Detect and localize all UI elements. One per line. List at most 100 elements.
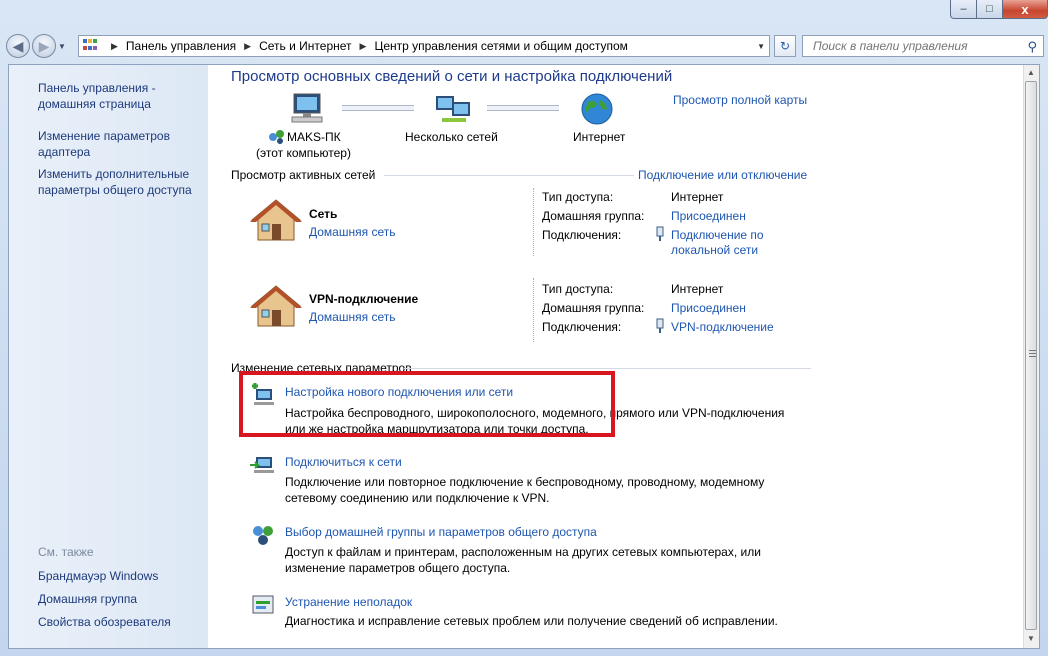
sidebar-link-internet-options[interactable]: Свойства обозревателя xyxy=(38,614,171,630)
breadcrumb-network-center[interactable]: Центр управления сетями и общим доступом xyxy=(374,39,628,53)
home-network-icon xyxy=(250,199,302,241)
vpn-homegroup-label: Домашняя группа: xyxy=(542,301,645,315)
forward-arrow-icon: ▶ xyxy=(38,37,50,54)
forward-button[interactable]: ▶ xyxy=(32,34,56,58)
chevron-right-icon[interactable]: ▶ xyxy=(111,41,118,52)
sidebar-link-firewall[interactable]: Брандмауэр Windows xyxy=(38,568,158,584)
task-connect-desc-line2: сетевому соединению или подключение к VP… xyxy=(285,491,550,505)
divider xyxy=(533,278,534,342)
sidebar-link-adapter-line1: Изменение параметров xyxy=(38,129,170,143)
sidebar-link-home[interactable]: Панель управления - домашняя страница xyxy=(38,80,156,112)
task-homegroup-desc-line2: изменение параметров общего доступа. xyxy=(285,561,511,575)
vpn-connection-link[interactable]: VPN-подключение xyxy=(671,320,774,334)
sidebar-link-sharing-line1: Изменить дополнительные xyxy=(38,167,190,181)
left-pane: Панель управления - домашняя страница Из… xyxy=(9,65,208,648)
sidebar-link-adapter[interactable]: Изменение параметров адаптера xyxy=(38,128,170,160)
search-input[interactable] xyxy=(811,38,1015,54)
homegroup-sharing-icon xyxy=(253,526,273,545)
task-connect-link[interactable]: Подключиться к сети xyxy=(285,455,402,469)
active-networks-heading: Просмотр активных сетей xyxy=(231,168,376,182)
scrollbar-thumb[interactable] xyxy=(1025,81,1037,630)
highlight-box xyxy=(239,371,615,437)
networks-label: Несколько сетей xyxy=(405,130,498,144)
map-connector xyxy=(487,105,559,111)
task-connect-desc-line1: Подключение или повторное подключение к … xyxy=(285,475,765,489)
access-type-label: Тип доступа: xyxy=(542,190,614,204)
connect-disconnect-link[interactable]: Подключение или отключение xyxy=(638,168,807,182)
address-dropdown-icon[interactable]: ▼ xyxy=(757,42,765,51)
task-connect-desc: Подключение или повторное подключение к … xyxy=(285,474,764,506)
vpn-access-type-label: Тип доступа: xyxy=(542,282,614,296)
lan-connection-line2: локальной сети xyxy=(671,243,759,257)
sidebar-link-sharing[interactable]: Изменить дополнительные параметры общего… xyxy=(38,166,192,198)
troubleshoot-icon xyxy=(252,595,274,614)
see-also-heading: См. также xyxy=(38,545,94,559)
search-icon[interactable]: ⚲ xyxy=(1027,39,1037,55)
access-type-value: Интернет xyxy=(671,190,724,204)
vpn-homegroup-link[interactable]: Присоединен xyxy=(671,301,746,315)
connections-label: Подключения: xyxy=(542,228,622,242)
caption-buttons: – □ x xyxy=(950,0,1048,20)
sidebar-link-home-line2: домашняя страница xyxy=(38,97,151,111)
scrollbar-grip-icon xyxy=(1029,350,1036,359)
task-troubleshoot-desc: Диагностика и исправление сетевых пробле… xyxy=(285,614,778,628)
content-area: Панель управления - домашняя страница Из… xyxy=(8,64,1040,649)
vpn-network-name: VPN-подключение xyxy=(309,292,419,306)
homegroup-label: Домашняя группа: xyxy=(542,209,645,223)
multiple-networks-icon[interactable] xyxy=(434,92,474,126)
divider xyxy=(384,175,634,176)
refresh-icon: ↻ xyxy=(779,39,791,53)
scroll-up-icon[interactable]: ▲ xyxy=(1027,68,1035,77)
chevron-right-icon[interactable]: ▶ xyxy=(244,41,251,52)
lan-connection-line1: Подключение по xyxy=(671,228,764,242)
vpn-network-type-link[interactable]: Домашняя сеть xyxy=(309,310,395,324)
network-type-link[interactable]: Домашняя сеть xyxy=(309,225,395,239)
divider xyxy=(404,368,811,369)
computer-name: MAKS-ПК xyxy=(287,130,341,144)
control-panel-icon xyxy=(83,39,99,53)
sidebar-link-adapter-line2: адаптера xyxy=(38,145,91,159)
lan-connection-link[interactable]: Подключение по локальной сети xyxy=(671,228,764,258)
vpn-connections-label: Подключения: xyxy=(542,320,622,334)
breadcrumb-network-internet[interactable]: Сеть и Интернет xyxy=(259,39,351,53)
homegroup-link[interactable]: Присоединен xyxy=(671,209,746,223)
history-dropdown-icon[interactable]: ▼ xyxy=(58,42,68,51)
close-button[interactable]: x xyxy=(1003,0,1048,19)
scroll-down-icon[interactable]: ▼ xyxy=(1027,634,1035,643)
map-connector xyxy=(342,105,414,111)
refresh-button[interactable]: ↻ xyxy=(774,35,796,57)
sidebar-link-home-line1: Панель управления - xyxy=(38,81,156,95)
task-troubleshoot-link[interactable]: Устранение неполадок xyxy=(285,595,412,609)
sidebar-link-sharing-line2: параметры общего доступа xyxy=(38,183,192,197)
back-button[interactable]: ◀ xyxy=(6,34,30,58)
breadcrumb-control-panel[interactable]: Панель управления xyxy=(126,39,236,53)
minimize-button[interactable]: – xyxy=(950,0,977,19)
page-title: Просмотр основных сведений о сети и наст… xyxy=(231,68,673,85)
vertical-scrollbar[interactable]: ▲ ▼ xyxy=(1023,65,1039,648)
ethernet-icon xyxy=(656,226,664,241)
connect-to-network-icon xyxy=(250,457,274,473)
computer-subtitle: (этот компьютер) xyxy=(256,146,351,160)
network-name: Сеть xyxy=(309,207,338,221)
chevron-right-icon[interactable]: ▶ xyxy=(360,41,367,52)
maximize-button[interactable]: □ xyxy=(977,0,1003,19)
main-pane: Просмотр основных сведений о сети и наст… xyxy=(208,65,1026,648)
divider xyxy=(533,188,534,256)
explorer-window: – □ x ◀ ▶ ▼ ▶ Панель управления ▶ Сеть и… xyxy=(0,0,1048,656)
task-homegroup-link[interactable]: Выбор домашней группы и параметров общег… xyxy=(285,525,597,539)
globe-icon[interactable] xyxy=(580,92,614,126)
task-homegroup-desc-line1: Доступ к файлам и принтерам, расположенн… xyxy=(285,545,761,559)
back-arrow-icon: ◀ xyxy=(12,37,24,54)
sidebar-link-homegroup[interactable]: Домашняя группа xyxy=(38,591,137,607)
network-user-icon xyxy=(269,130,284,144)
internet-label: Интернет xyxy=(573,130,626,144)
navigation-bar: ◀ ▶ ▼ ▶ Панель управления ▶ Сеть и Интер… xyxy=(6,30,1044,62)
ethernet-icon xyxy=(656,318,664,333)
full-map-link[interactable]: Просмотр полной карты xyxy=(673,93,807,107)
home-network-icon xyxy=(250,285,302,327)
computer-icon[interactable] xyxy=(288,92,328,126)
address-bar[interactable]: ▶ Панель управления ▶ Сеть и Интернет ▶ … xyxy=(78,35,770,57)
breadcrumb: ▶ Панель управления ▶ Сеть и Интернет ▶ … xyxy=(103,39,628,53)
search-box[interactable]: ⚲ xyxy=(802,35,1044,57)
task-homegroup-desc: Доступ к файлам и принтерам, расположенн… xyxy=(285,544,761,576)
